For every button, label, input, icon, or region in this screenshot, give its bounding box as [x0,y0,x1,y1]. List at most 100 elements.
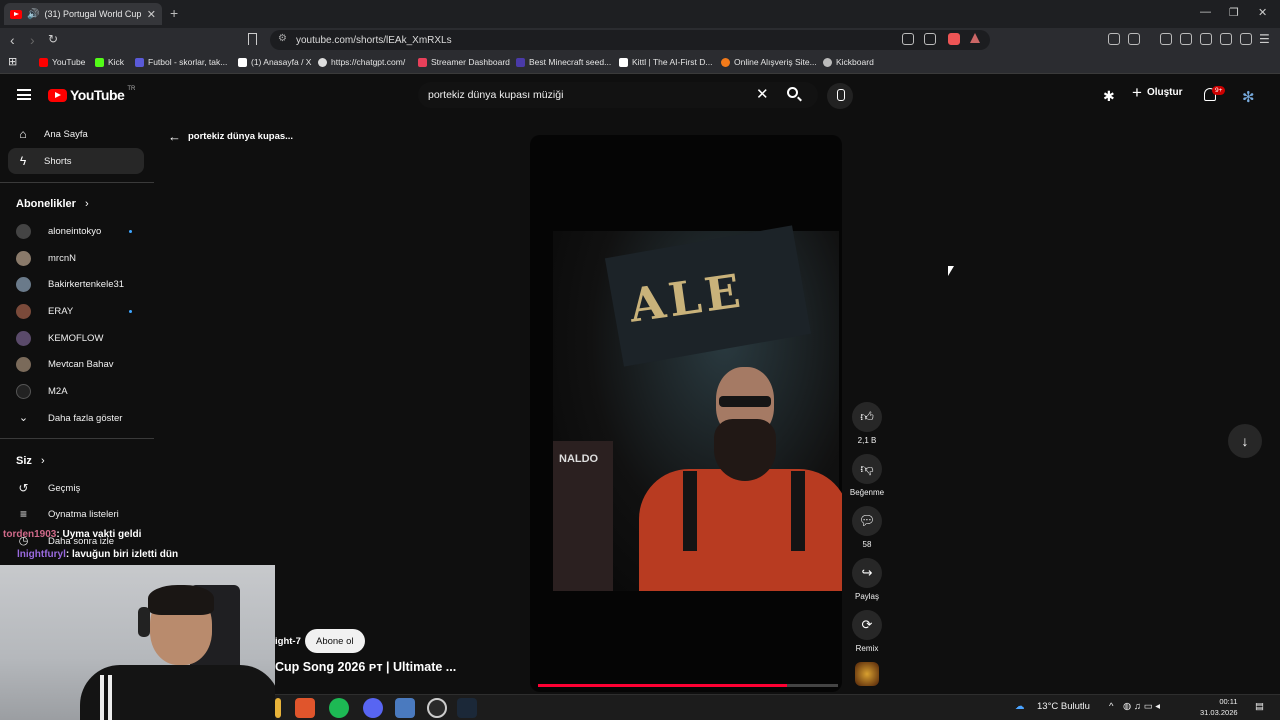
bookmark-chatgpt[interactable]: https://chatgpt.com/ [318,57,405,67]
media-icon[interactable] [1160,33,1172,45]
subscription-item[interactable]: M2A [16,380,136,402]
sidebar-item-shorts[interactable]: ϟ Shorts [8,148,144,174]
sidebar-item-home[interactable]: ⌂ Ana Sayfa [8,121,144,147]
forward-nav-icon[interactable]: › [30,32,35,48]
home-icon: ⌂ [19,127,27,141]
brave-shield-icon[interactable] [948,33,960,45]
bookmark-kittl[interactable]: Kittl | The AI-First D... [619,57,712,67]
you-heading[interactable]: Siz › [16,455,45,467]
share-page-icon[interactable] [924,33,936,45]
brave-rewards-icon[interactable] [970,33,980,43]
comments-button[interactable]: 💬︎ 58 [852,506,882,549]
channel-name[interactable]: ight-7 [275,636,301,647]
steam-icon[interactable] [457,698,477,718]
like-button[interactable]: 👍︎ 2,1 B [852,402,882,445]
new-tab-icon[interactable]: + [170,5,178,21]
leo-ai-icon[interactable] [1220,33,1232,45]
shorts-player[interactable]: ALE NALDO [530,135,842,692]
tab-title: (31) Portugal World Cup Song... [44,9,142,19]
bookmark-online-shopping[interactable]: Online Alışveriş Site... [721,57,817,67]
subscription-item[interactable]: KEMOFLOW [16,327,136,349]
site-settings-icon[interactable]: ⚙ [278,33,287,44]
notification-center-icon[interactable]: ▤ [1255,701,1264,712]
bookmark-streamer-dashboard[interactable]: Streamer Dashboard [418,57,510,67]
jacket-stripe [108,675,112,720]
tab-close-icon[interactable]: ✕ [147,8,156,21]
bookmarks-bar: ⊞ YouTube Kick Futbol - skorlar, tak... … [0,52,1280,74]
avatar [16,250,31,266]
tray-apps-icon[interactable]: ◍ ♫ ▭ ◂ [1123,701,1160,712]
youtube-logo[interactable]: YouTube TR [48,86,135,103]
bookmark-kickboard[interactable]: Kickboard [823,57,874,67]
search-query-text: portekiz dünya kupası müziği [428,89,564,101]
url-bar[interactable]: ⚙ youtube.com/shorts/lEAk_XmRXLs [270,30,990,50]
url-text: youtube.com/shorts/lEAk_XmRXLs [296,34,452,46]
live-dot [129,229,132,233]
subscription-item[interactable]: Mevtcan Bahav [16,353,136,375]
sidebar-toggle-icon[interactable] [1180,33,1192,45]
file-explorer-icon[interactable] [275,698,281,718]
app-icon[interactable] [395,698,415,718]
subscription-item[interactable]: mrcnN [16,247,136,269]
browser-tab[interactable]: 🔊 (31) Portugal World Cup Song... ✕ [4,3,162,25]
browser-menu-icon[interactable]: ☰ [1259,32,1270,46]
remix-button[interactable]: ⟳ Remix [852,610,882,653]
avatar [16,223,31,239]
tray-overflow-icon[interactable]: ^ [1109,701,1113,712]
discord-icon[interactable] [363,698,383,718]
restore-icon[interactable]: ❐ [1229,6,1239,19]
weather-text[interactable]: 13°C Bulutlu [1037,701,1090,712]
subscribe-button[interactable]: Abone ol [305,629,365,653]
notification-badge: 9+ [1212,86,1226,95]
windows-taskbar: ☁ 13°C Bulutlu ^ ◍ ♫ ▭ ◂ ▤ [275,694,1280,720]
microphone-icon[interactable] [827,83,853,109]
cast-icon[interactable] [902,33,914,45]
sidebar-item-playlists[interactable]: ≡ Oynatma listeleri [16,503,136,525]
show-more-button[interactable]: ⌄ Daha fazla göster [16,407,136,429]
search-icon[interactable] [787,87,798,98]
bookmark-futbol[interactable]: Futbol - skorlar, tak... [135,57,227,67]
minimize-icon[interactable]: — [1200,6,1211,18]
guide-menu-icon[interactable] [17,89,31,100]
bookmark-minecraft-seeds[interactable]: Best Minecraft seed... [516,57,611,67]
obs-icon[interactable] [427,698,447,718]
screenshot-icon[interactable] [1128,33,1140,45]
bookmark-page-icon[interactable] [248,33,257,45]
chat-message: lnightfuryl: lavuğun biri izletti dün [17,549,179,560]
chat-message: torden1903: Uyma vakti geldi [3,529,142,540]
address-toolbar: ‹ › ↻ ⚙ youtube.com/shorts/lEAk_XmRXLs ☰ [0,28,1280,52]
clock[interactable]: 00:11 31.03.2026 [1200,696,1238,718]
account-avatar[interactable]: ✻ [1242,88,1255,106]
vpn-icon[interactable] [1240,33,1252,45]
sound-thumbnail[interactable] [855,662,879,686]
weather-icon[interactable]: ☁ [1015,701,1025,712]
studio-icon[interactable]: ✱ [1103,88,1115,105]
video-title[interactable]: Cup Song 2026 ᴘᴛ | Ultimate ... [275,660,456,674]
next-video-button[interactable]: ↓ [1228,424,1262,458]
back-nav-icon[interactable]: ‹ [10,32,15,48]
brave-browser-icon[interactable] [295,698,315,718]
clear-search-icon[interactable]: ✕ [756,85,769,103]
extensions-icon[interactable] [1108,33,1120,45]
window-close-icon[interactable]: ✕ [1258,6,1267,19]
bookmark-kick[interactable]: Kick [95,57,124,67]
subscription-item[interactable]: aloneintokyo [16,220,136,242]
speaker-icon[interactable]: 🔊 [27,9,39,20]
share-button[interactable]: ↪ Paylaş [852,558,882,601]
bookmark-x[interactable]: (1) Anasayfa / X [238,57,311,67]
subscription-item[interactable]: ERAY [16,300,136,322]
subscriptions-heading[interactable]: Abonelikler › [16,198,89,210]
create-button[interactable]: + Oluştur [1132,84,1183,101]
jacket-stripe [100,675,104,720]
bookmark-youtube[interactable]: YouTube [39,57,85,67]
video-progress-bar[interactable] [538,684,838,687]
dislike-button[interactable]: 👎︎ Beğenme [850,454,884,497]
wallet-icon[interactable] [1200,33,1212,45]
remix-icon: ⟳ [852,610,882,640]
reload-icon[interactable]: ↻ [48,32,58,46]
subscription-item[interactable]: Bakirkertenkele31 [16,273,136,295]
spotify-icon[interactable] [329,698,349,718]
apps-grid-icon[interactable]: ⊞ [8,55,17,68]
sidebar-item-history[interactable]: ↺ Geçmiş [16,477,136,499]
back-to-search-button[interactable]: ← portekiz dünya kupas... [168,129,293,144]
